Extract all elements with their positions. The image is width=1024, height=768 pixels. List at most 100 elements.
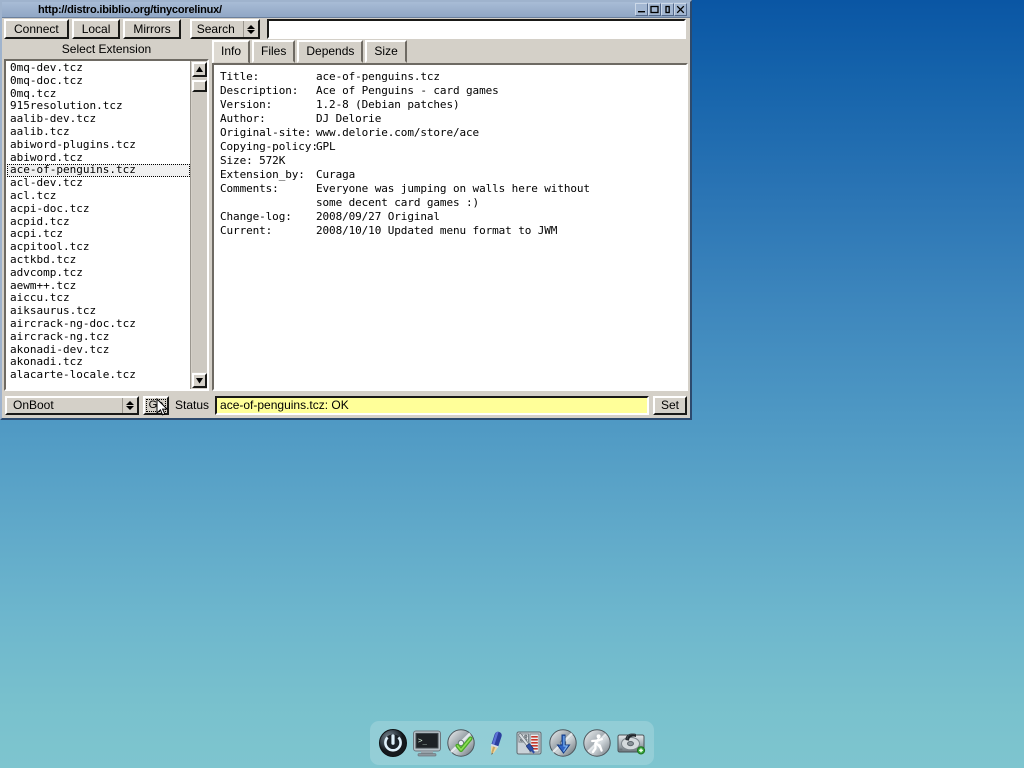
shade-button[interactable] xyxy=(661,3,674,16)
control-panel-icon[interactable] xyxy=(513,727,545,759)
terminal-icon[interactable]: >_ xyxy=(411,727,443,759)
status-bar: OnBoot Go Status ace-of-penguins.tcz: OK… xyxy=(2,394,690,418)
onboot-value: OnBoot xyxy=(7,398,122,413)
go-button-label: Go xyxy=(146,399,166,412)
info-row-label: Comments: xyxy=(220,182,316,196)
info-row-label: Extension_by: xyxy=(220,168,316,182)
apps-download-icon[interactable] xyxy=(547,727,579,759)
list-item[interactable]: abiword-plugins.tcz xyxy=(7,139,190,152)
search-mode-label: Search xyxy=(192,21,243,37)
harddisk-mount-icon[interactable] xyxy=(615,727,647,759)
apps-check-icon[interactable] xyxy=(445,727,477,759)
chevron-up-icon xyxy=(126,401,134,405)
info-row: Description:Ace of Penguins - card games xyxy=(220,84,680,98)
tab-files[interactable]: Files xyxy=(252,40,295,63)
tab-depends[interactable]: Depends xyxy=(297,40,363,63)
power-off-icon[interactable] xyxy=(377,727,409,759)
search-mode-combo[interactable]: Search xyxy=(190,19,260,39)
info-row-label: Change-log: xyxy=(220,210,316,224)
window-title: http://distro.ibiblio.org/tinycorelinux/ xyxy=(6,4,222,16)
info-row-label: Original-site: xyxy=(220,126,316,140)
maximize-button[interactable] xyxy=(648,3,661,16)
details-tabs[interactable]: InfoFilesDependsSize xyxy=(212,40,688,63)
main-toolbar: Connect Local Mirrors Search xyxy=(2,18,690,40)
scroll-down-button[interactable] xyxy=(192,373,207,388)
list-item[interactable]: alacarte-locale.tcz xyxy=(7,369,190,382)
list-item[interactable]: aalib.tcz xyxy=(7,126,190,139)
list-item[interactable]: aircrack-ng.tcz xyxy=(7,331,190,344)
connect-button[interactable]: Connect xyxy=(4,19,69,39)
scroll-up-button[interactable] xyxy=(192,62,207,77)
info-row-value: some decent card games :) xyxy=(316,196,479,209)
list-item[interactable]: actkbd.tcz xyxy=(7,254,190,267)
info-row-value: Curaga xyxy=(316,168,355,181)
extension-list[interactable]: 0mq-dev.tcz0mq-doc.tcz0mq.tcz915resoluti… xyxy=(6,61,190,389)
info-panel: Title:ace-of-penguins.tczDescription:Ace… xyxy=(212,63,688,391)
info-row: Version:1.2-8 (Debian patches) xyxy=(220,98,680,112)
info-row-value: Ace of Penguins - card games xyxy=(316,84,499,97)
pen-editor-icon[interactable] xyxy=(479,727,511,759)
go-button[interactable]: Go xyxy=(143,396,169,415)
info-row-value: 2008/09/27 Original xyxy=(316,210,440,223)
info-row-value: 1.2-8 (Debian patches) xyxy=(316,98,460,111)
info-row-value: DJ Delorie xyxy=(316,112,381,125)
info-row-value: 2008/10/10 Updated menu format to JWM xyxy=(316,224,557,237)
extension-list-frame: 0mq-dev.tcz0mq-doc.tcz0mq.tcz915resoluti… xyxy=(4,59,209,391)
list-item[interactable]: 0mq-doc.tcz xyxy=(7,75,190,88)
info-row: some decent card games :) xyxy=(220,196,680,210)
status-label: Status xyxy=(173,398,211,412)
info-row-value: GPL xyxy=(316,140,336,153)
onboot-combo[interactable]: OnBoot xyxy=(5,396,139,415)
combo-spinner-icon[interactable] xyxy=(243,21,258,37)
list-item[interactable]: advcomp.tcz xyxy=(7,267,190,280)
list-item[interactable]: acl.tcz xyxy=(7,190,190,203)
info-row: Copying-policy:GPL xyxy=(220,140,680,154)
onboot-spinner-icon[interactable] xyxy=(122,398,137,413)
list-item[interactable]: aircrack-ng-doc.tcz xyxy=(7,318,190,331)
info-row-value: ace-of-penguins.tcz xyxy=(316,70,440,83)
info-row-label: Description: xyxy=(220,84,316,98)
extension-pane: Select Extension 0mq-dev.tcz0mq-doc.tcz0… xyxy=(4,40,209,394)
scrollbar-track[interactable] xyxy=(192,78,207,372)
tab-size[interactable]: Size xyxy=(365,40,406,63)
info-row-label: Current: xyxy=(220,224,316,238)
minimize-button[interactable] xyxy=(635,3,648,16)
scrollbar-thumb[interactable] xyxy=(192,80,207,92)
chevron-down-icon xyxy=(126,406,134,410)
search-input[interactable] xyxy=(267,19,686,39)
list-item[interactable]: acpi-doc.tcz xyxy=(7,203,190,216)
window-titlebar[interactable]: http://distro.ibiblio.org/tinycorelinux/ xyxy=(2,2,690,18)
info-row-label: Version: xyxy=(220,98,316,112)
tab-info[interactable]: Info xyxy=(212,40,250,64)
list-item[interactable]: 0mq-dev.tcz xyxy=(7,62,190,75)
info-row: Extension_by:Curaga xyxy=(220,168,680,182)
svg-text:>_: >_ xyxy=(418,736,428,745)
info-row: Original-site:www.delorie.com/store/ace xyxy=(220,126,680,140)
info-row-label: Title: xyxy=(220,70,316,84)
info-row-label: Size: 572K xyxy=(220,154,316,168)
info-row: Comments:Everyone was jumping on walls h… xyxy=(220,182,680,196)
info-row-value: www.delorie.com/store/ace xyxy=(316,126,479,139)
taskbar-dock: >_ xyxy=(370,721,654,765)
extension-list-scrollbar[interactable] xyxy=(190,61,207,389)
details-pane: InfoFilesDependsSize Title:ace-of-pengui… xyxy=(209,40,688,394)
chevron-up-icon xyxy=(247,25,255,29)
mirrors-button[interactable]: Mirrors xyxy=(123,19,180,39)
apps-run-icon[interactable] xyxy=(581,727,613,759)
close-button[interactable] xyxy=(674,3,687,16)
status-field[interactable]: ace-of-penguins.tcz: OK xyxy=(215,396,649,415)
info-row: Size: 572K xyxy=(220,154,680,168)
info-row: Title:ace-of-penguins.tcz xyxy=(220,70,680,84)
info-row: Author:DJ Delorie xyxy=(220,112,680,126)
set-button[interactable]: Set xyxy=(653,396,687,415)
local-button[interactable]: Local xyxy=(72,19,121,39)
info-row: Change-log:2008/09/27 Original xyxy=(220,210,680,224)
chevron-down-icon xyxy=(247,30,255,34)
info-row-value: Everyone was jumping on walls here witho… xyxy=(316,182,590,195)
pane-heading: Select Extension xyxy=(4,40,209,59)
window-controls xyxy=(635,3,687,16)
info-row: Current:2008/10/10 Updated menu format t… xyxy=(220,224,680,238)
window-body: Select Extension 0mq-dev.tcz0mq-doc.tcz0… xyxy=(2,40,690,394)
info-row-label: Copying-policy: xyxy=(220,140,316,154)
info-row-label: Author: xyxy=(220,112,316,126)
